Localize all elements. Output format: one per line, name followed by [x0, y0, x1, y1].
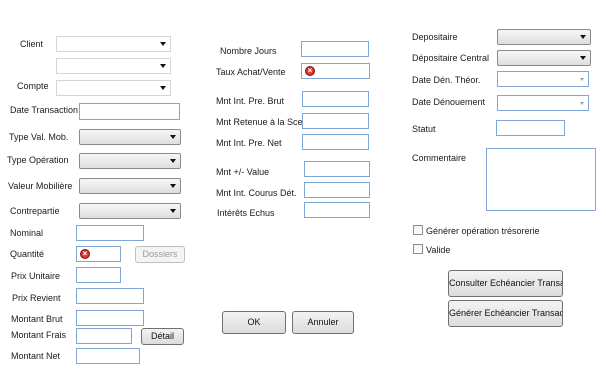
taux-achat-vente-label: Taux Achat/Vente [216, 67, 286, 77]
prix-unitaire-input[interactable] [76, 267, 121, 283]
type-operation-select[interactable] [79, 153, 181, 169]
commentaire-textarea[interactable] [486, 148, 596, 211]
mnt-plus-minus-value-input[interactable] [304, 161, 370, 177]
nombre-jours-input[interactable] [301, 41, 369, 57]
taux-achat-vente-input[interactable]: × [301, 63, 370, 79]
chevron-down-icon [160, 64, 166, 68]
mnt-int-courus-label: Mnt Int. Courus Dét. [216, 188, 297, 198]
type-val-mob-select[interactable] [79, 129, 181, 145]
mnt-retenue-input[interactable] [302, 113, 369, 129]
error-icon: × [305, 66, 315, 76]
chevron-down-icon [580, 35, 586, 39]
generer-echeancier-button[interactable]: Générer Echéancier Transac. [448, 300, 563, 327]
mnt-int-pre-net-label: Mnt Int. Pre. Net [216, 138, 282, 148]
depositaire-label: Depositaire [412, 32, 458, 42]
dossiers-button[interactable]: Dossiers [135, 246, 185, 263]
interets-echus-label: Intérêts Echus [217, 208, 275, 218]
mnt-int-pre-net-input[interactable] [302, 134, 369, 150]
consulter-echeancier-button[interactable]: Consulter Echéancier Transac [448, 270, 563, 297]
chevron-down-icon [160, 86, 166, 90]
contrepartie-select[interactable] [79, 203, 181, 219]
montant-frais-input[interactable] [76, 328, 132, 344]
chevron-down-icon [170, 159, 176, 163]
prix-revient-input[interactable] [76, 288, 144, 304]
mnt-int-courus-input[interactable] [304, 182, 370, 198]
valeur-mobiliere-select[interactable] [79, 178, 181, 194]
type-val-mob-label: Type Val. Mob. [9, 132, 69, 142]
montant-net-input[interactable] [76, 348, 140, 364]
type-operation-label: Type Opération [7, 155, 69, 165]
chevron-down-icon [170, 135, 176, 139]
chevron-down-icon [160, 42, 166, 46]
error-icon: × [80, 249, 90, 259]
prix-revient-label: Prix Revient [12, 293, 61, 303]
quantite-label: Quantité [10, 249, 45, 259]
depositaire-central-select[interactable] [497, 50, 591, 66]
depositaire-central-label: Dépositaire Central [412, 53, 490, 63]
chevron-down-icon [580, 78, 584, 81]
generer-operation-label: Générer opération trésorerie [426, 226, 540, 236]
statut-label: Statut [412, 124, 436, 134]
date-transaction-input[interactable] [79, 103, 180, 120]
commentaire-label: Commentaire [412, 153, 467, 163]
annuler-button[interactable]: Annuler [292, 311, 354, 334]
date-denouement-label: Date Dénouement [412, 97, 486, 107]
mnt-plus-minus-value-label: Mnt +/- Value [216, 167, 270, 177]
contrepartie-label: Contrepartie [10, 206, 60, 216]
depositaire-select[interactable] [497, 29, 591, 45]
nominal-input[interactable] [76, 225, 144, 241]
valide-checkbox[interactable] [413, 244, 423, 254]
detail-button[interactable]: Détail [141, 328, 184, 345]
quantite-input[interactable]: × [76, 246, 121, 262]
client-select-secondary[interactable] [56, 58, 171, 74]
statut-input[interactable] [496, 120, 565, 136]
client-label: Client [20, 39, 44, 49]
ok-button[interactable]: OK [222, 311, 286, 334]
montant-frais-label: Montant Frais [11, 330, 67, 340]
generer-operation-checkbox[interactable] [413, 225, 423, 235]
date-transaction-label: Date Transaction [10, 105, 79, 115]
client-select[interactable] [56, 36, 171, 52]
mnt-retenue-label: Mnt Retenue à la Sce [216, 117, 303, 127]
date-den-theor-label: Date Dén. Théor. [412, 75, 481, 85]
mnt-int-pre-brut-input[interactable] [302, 91, 369, 107]
interets-echus-input[interactable] [304, 202, 370, 218]
date-den-theor-picker[interactable] [497, 71, 589, 87]
date-denouement-picker[interactable] [497, 95, 589, 111]
prix-unitaire-label: Prix Unitaire [11, 271, 61, 281]
chevron-down-icon [580, 102, 584, 105]
nombre-jours-label: Nombre Jours [220, 46, 277, 56]
nominal-label: Nominal [10, 228, 44, 238]
compte-label: Compte [17, 81, 49, 91]
montant-brut-input[interactable] [76, 310, 144, 326]
chevron-down-icon [170, 209, 176, 213]
valeur-mobiliere-label: Valeur Mobilière [8, 181, 73, 191]
montant-brut-label: Montant Brut [11, 314, 63, 324]
valide-label: Valide [426, 245, 451, 255]
mnt-int-pre-brut-label: Mnt Int. Pre. Brut [216, 96, 285, 106]
chevron-down-icon [580, 56, 586, 60]
montant-net-label: Montant Net [11, 351, 61, 361]
compte-select[interactable] [56, 80, 171, 96]
chevron-down-icon [170, 184, 176, 188]
